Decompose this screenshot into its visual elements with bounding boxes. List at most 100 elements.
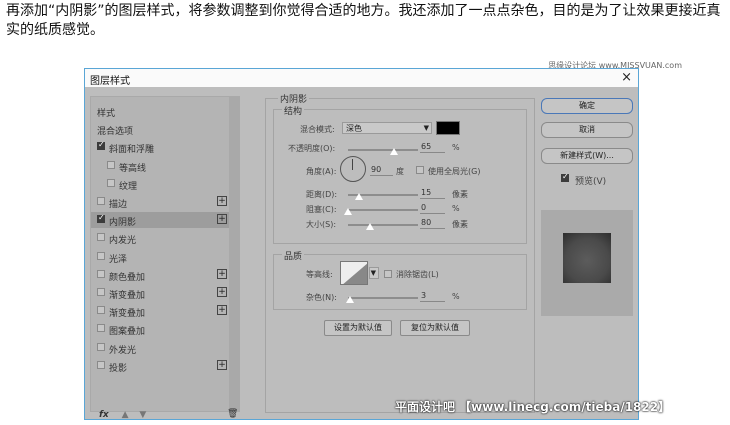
size-slider-thumb[interactable] (366, 223, 375, 230)
style-list-item-label: 等高线 (119, 163, 147, 174)
add-effect-icon[interactable]: + (217, 359, 227, 370)
contour-label: 等高线: (306, 270, 333, 279)
blend-mode-value: 深色 (346, 124, 362, 133)
set-default-button[interactable]: 设置为默认值 (324, 320, 392, 336)
style-checkbox[interactable] (97, 360, 105, 369)
style-list-item-label: 样式 (97, 109, 116, 119)
contour-preview[interactable] (340, 261, 368, 285)
move-up-icon[interactable]: ▲ (122, 410, 129, 420)
trash-icon[interactable]: 🗑 (227, 409, 238, 419)
distance-unit: 像素 (452, 190, 468, 199)
style-checkbox[interactable] (97, 251, 105, 260)
angle-dial[interactable] (340, 156, 366, 182)
opacity-label: 不透明度(O): (288, 144, 336, 153)
choke-slider-thumb[interactable] (344, 208, 352, 215)
style-list-item-label: 描边 (109, 200, 128, 210)
add-effect-icon[interactable]: + (217, 196, 227, 206)
antialias-checkbox[interactable] (384, 270, 392, 278)
preview-thumbnail (563, 233, 611, 283)
add-effect-icon[interactable]: + (217, 268, 227, 279)
fx-icon[interactable]: fx (99, 410, 109, 420)
style-list-item[interactable]: 纹理 (91, 176, 229, 192)
style-checkbox[interactable] (107, 160, 115, 169)
style-checkbox[interactable] (97, 269, 105, 278)
style-checkbox[interactable] (97, 140, 105, 151)
choke-unit: % (452, 204, 460, 213)
size-value[interactable]: 80 (420, 218, 445, 229)
inner-shadow-panel: 内阴影 结构 混合模式: 深色 ▼ 不透明度(O): 65 % 角度(A): 9… (265, 92, 535, 413)
cancel-button[interactable]: 取消 (541, 122, 633, 138)
shadow-color-swatch[interactable] (436, 121, 460, 135)
structure-heading: 结构 (282, 104, 305, 117)
style-list-item-label: 混合选项 (97, 127, 134, 138)
style-list-item[interactable]: 渐变叠加 + (91, 303, 229, 319)
style-list-item-label: 内发光 (109, 236, 137, 247)
distance-value[interactable]: 15 (420, 188, 445, 199)
style-checkbox[interactable] (97, 324, 105, 333)
opacity-slider[interactable] (348, 149, 418, 151)
angle-unit: 度 (396, 167, 404, 176)
style-list-item-label: 外发光 (109, 345, 137, 356)
style-list-item[interactable]: 内阴影 + (91, 212, 229, 229)
blend-mode-select[interactable]: 深色 ▼ (342, 122, 432, 134)
noise-unit: % (452, 292, 460, 301)
new-style-button[interactable]: 新建样式(W)... (541, 148, 633, 164)
reset-default-button[interactable]: 复位为默认值 (400, 320, 470, 336)
style-checkbox[interactable] (97, 306, 105, 315)
add-effect-icon[interactable]: + (217, 305, 227, 316)
style-list-item[interactable]: 渐变叠加 + (91, 285, 229, 301)
move-down-icon[interactable]: ▼ (139, 410, 146, 420)
preview-checkbox[interactable] (561, 172, 569, 182)
style-list-item[interactable]: 投影 + (91, 358, 229, 374)
noise-label: 杂色(N): (306, 293, 337, 302)
contour-dropdown[interactable]: ▼ (369, 267, 379, 279)
choke-slider[interactable] (348, 209, 418, 211)
chevron-down-icon: ▼ (370, 269, 376, 277)
style-list-item[interactable]: 描边 + (91, 194, 229, 210)
style-list-item[interactable]: 颜色叠加 + (91, 267, 229, 283)
style-list-scrollbar[interactable] (229, 97, 239, 411)
contour-curve-icon (343, 263, 367, 284)
style-list: 样式混合选项斜面和浮雕等高线纹理描边+内阴影+内发光光泽颜色叠加+渐变叠加+渐变… (90, 96, 240, 420)
add-effect-icon[interactable]: + (217, 287, 227, 297)
style-list-item-label: 渐变叠加 (109, 291, 146, 301)
style-list-item-label: 斜面和浮雕 (109, 145, 155, 156)
style-list-item[interactable]: 混合选项 (91, 121, 229, 137)
add-effect-icon[interactable]: + (217, 214, 227, 225)
style-list-item[interactable]: 图案叠加 (91, 321, 229, 337)
close-icon[interactable]: × (621, 70, 632, 85)
layer-style-dialog: 图层样式 × 样式混合选项斜面和浮雕等高线纹理描边 + 内阴影 + 内发光光泽颜色叠加 +… (84, 68, 639, 420)
style-preview (541, 210, 633, 316)
chevron-down-icon: ▼ (423, 124, 429, 132)
global-light-checkbox[interactable] (416, 166, 424, 174)
dialog-titlebar: 图层样式 × (85, 69, 638, 87)
ok-button[interactable]: 确定 (541, 98, 633, 114)
style-list-item[interactable]: 外发光 (91, 340, 229, 356)
style-checkbox[interactable] (107, 178, 115, 187)
noise-value[interactable]: 3 (420, 291, 445, 302)
style-list-item[interactable]: 内发光 (91, 230, 229, 246)
size-slider[interactable] (348, 224, 418, 226)
style-list-item[interactable]: 样式 (91, 103, 229, 119)
size-label: 大小(S): (306, 220, 337, 229)
style-checkbox[interactable] (97, 288, 105, 296)
choke-value[interactable]: 0 (420, 203, 445, 214)
style-checkbox[interactable] (97, 342, 105, 351)
style-list-item[interactable]: 光泽 (91, 249, 229, 265)
article-text: 再添加“内阴影”的图层样式，将参数调整到你觉得合适的地方。我还添加了一点点杂色，… (6, 3, 721, 38)
opacity-slider-thumb[interactable] (389, 148, 398, 155)
style-checkbox[interactable] (97, 213, 105, 224)
angle-value[interactable]: 90 (370, 165, 393, 176)
opacity-value[interactable]: 65 (420, 142, 445, 153)
noise-slider-thumb[interactable] (346, 296, 355, 303)
style-list-item-label: 图案叠加 (109, 327, 146, 338)
noise-slider[interactable] (348, 297, 418, 299)
style-list-item-label: 渐变叠加 (109, 309, 146, 320)
style-list-item[interactable]: 等高线 (91, 158, 229, 174)
distance-slider-thumb[interactable] (354, 193, 363, 200)
style-list-item[interactable]: 斜面和浮雕 (91, 139, 229, 155)
style-list-item-label: 投影 (109, 363, 128, 374)
style-checkbox[interactable] (97, 233, 105, 242)
style-checkbox[interactable] (97, 197, 105, 205)
distance-label: 距离(D): (306, 190, 338, 199)
